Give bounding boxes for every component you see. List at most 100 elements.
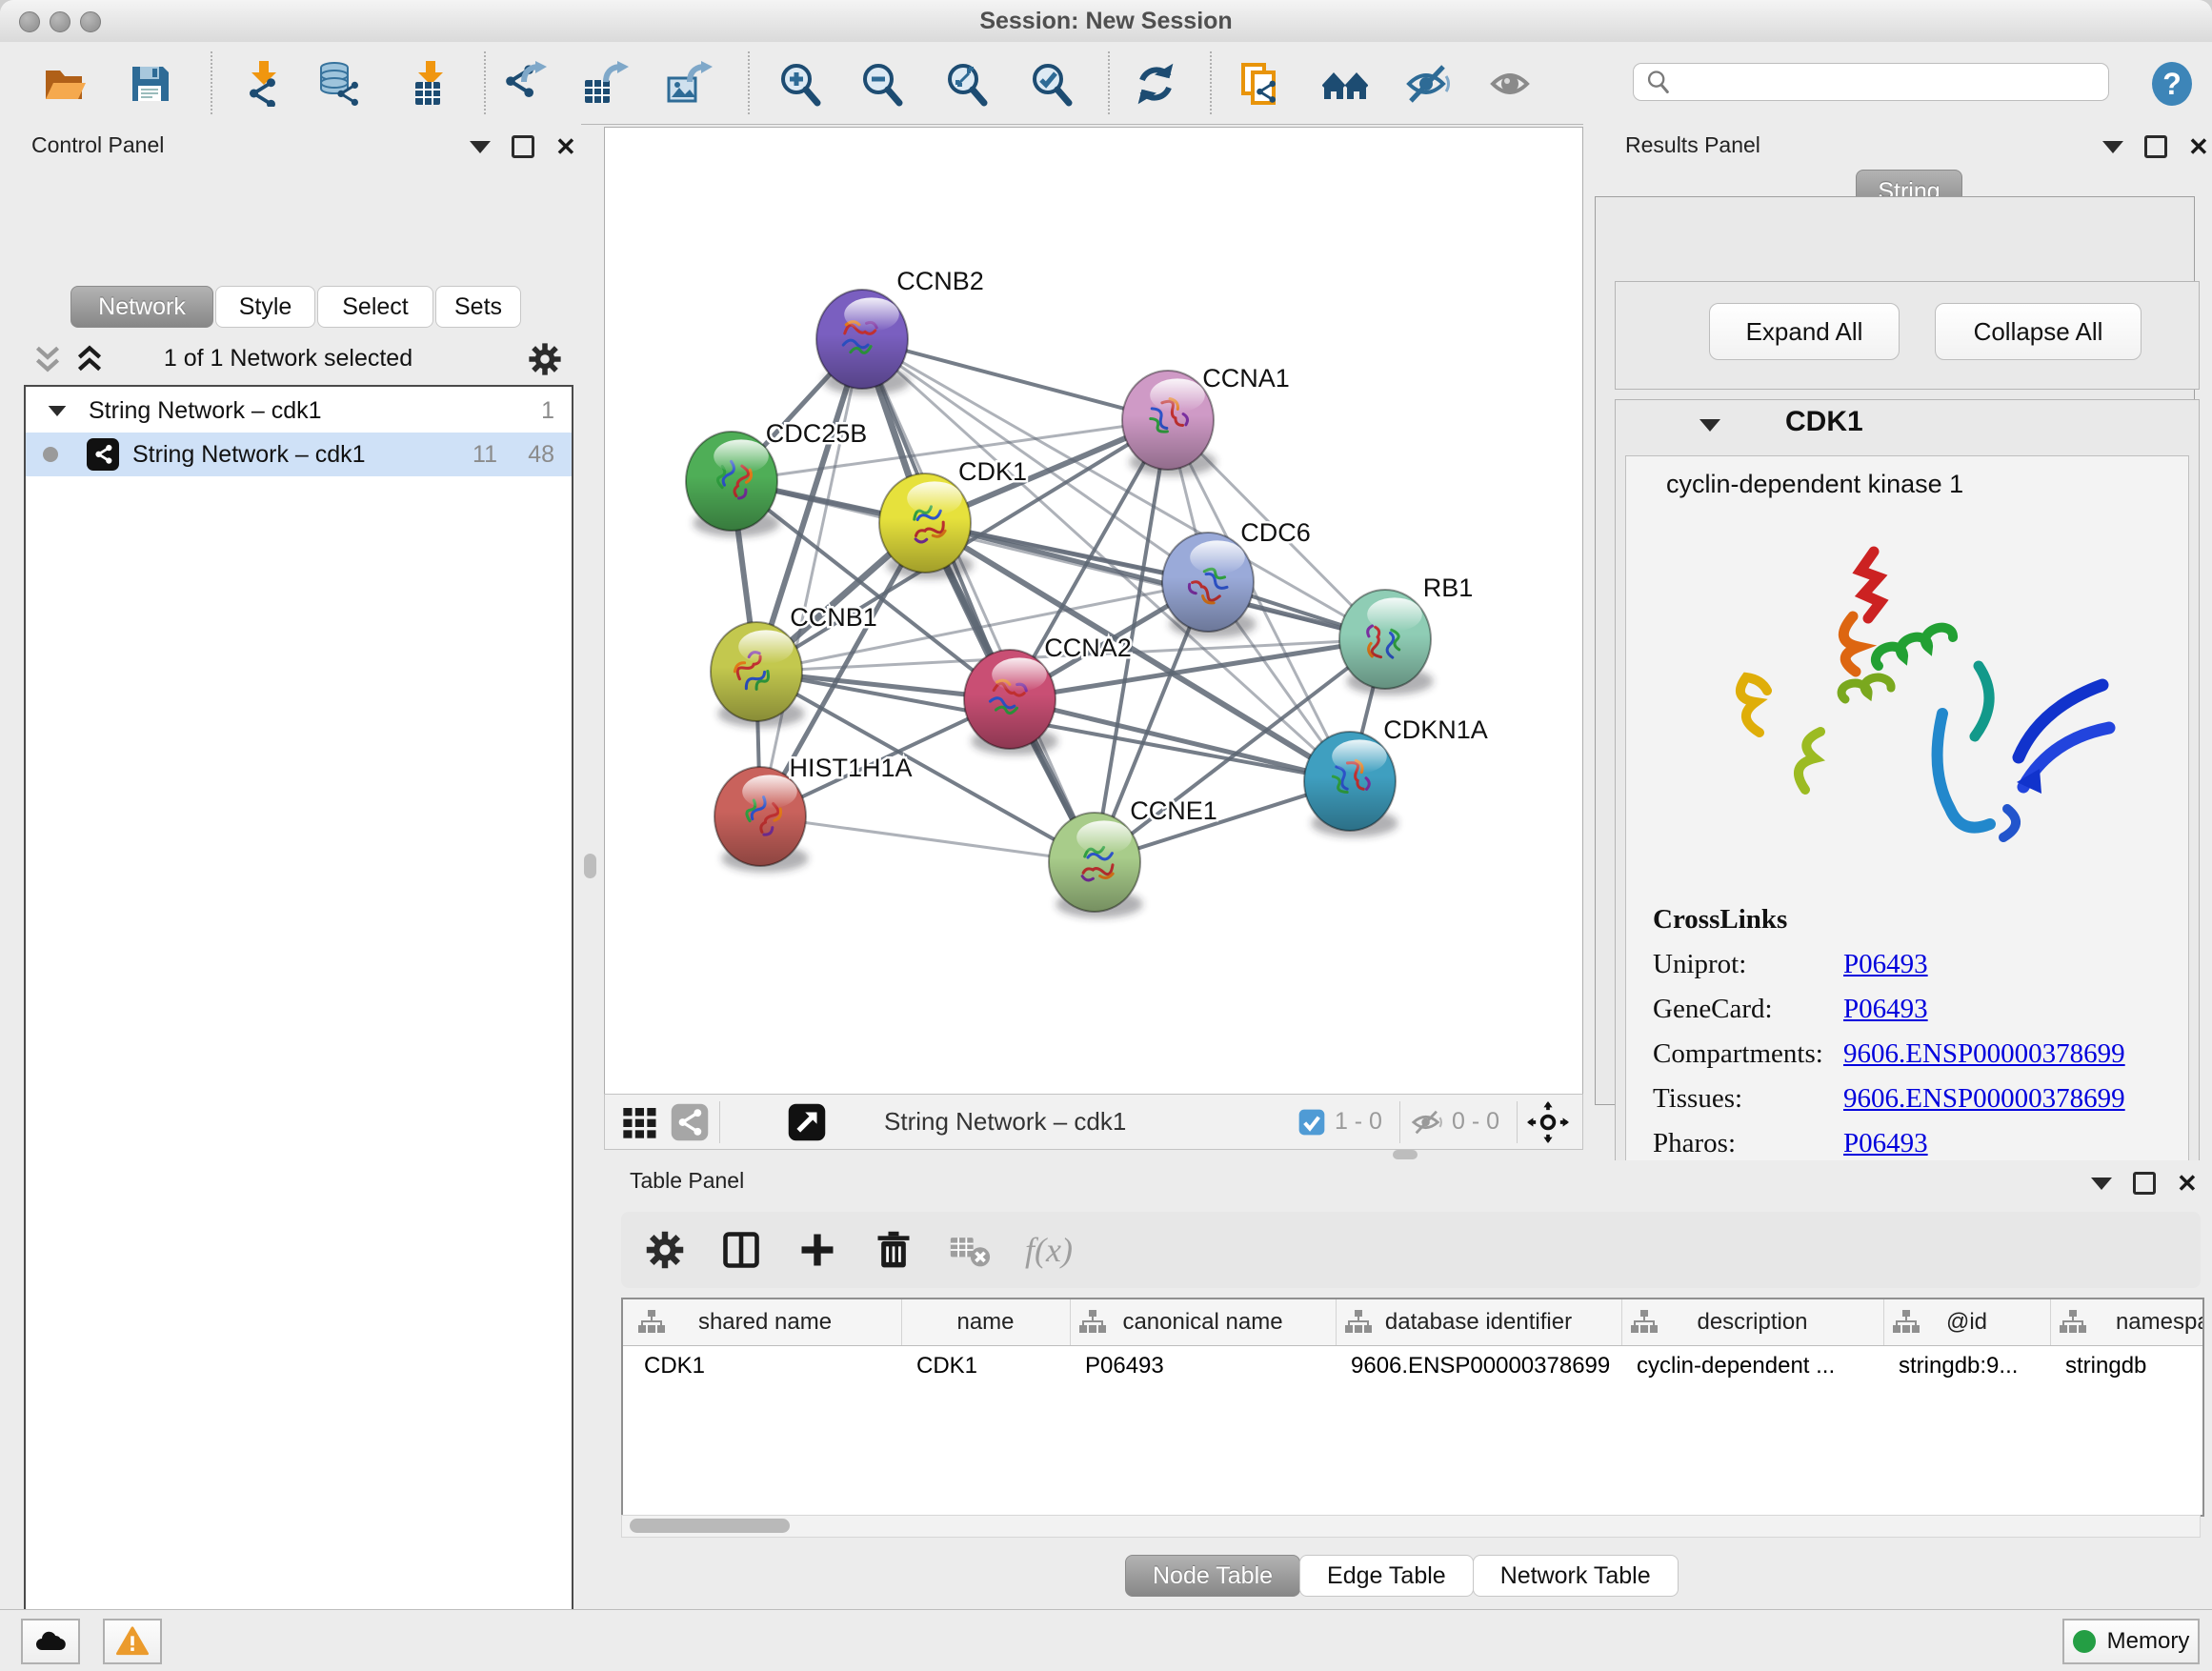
- edge-CCNB2-CCNE1[interactable]: [862, 339, 1095, 862]
- table-cell[interactable]: cyclin-dependent ...: [1621, 1345, 1883, 1387]
- tab-network-table[interactable]: Network Table: [1473, 1555, 1679, 1597]
- table-cell[interactable]: 9606.ENSP00000378699: [1336, 1345, 1621, 1387]
- tab-edge-table[interactable]: Edge Table: [1299, 1555, 1474, 1597]
- column-header-name[interactable]: name: [901, 1299, 1071, 1345]
- float-panel-icon[interactable]: [512, 135, 534, 158]
- scrollbar-thumb[interactable]: [630, 1519, 790, 1533]
- node-RB1[interactable]: [1339, 590, 1434, 695]
- zoom-out-button[interactable]: [857, 59, 907, 109]
- network-canvas[interactable]: CCNB2CCNA1CDC25BCDK1CDC6RB1CCNB1CCNA2CDK…: [604, 127, 1583, 1096]
- delete-column-button[interactable]: [873, 1229, 915, 1271]
- tree-expander-icon[interactable]: [49, 405, 67, 415]
- collapse-table-icon[interactable]: [2091, 1178, 2112, 1190]
- hide-selected-icon: [1405, 61, 1451, 107]
- window-title: Session: New Session: [0, 8, 2212, 35]
- network-share-icon[interactable]: [670, 1102, 710, 1142]
- zoom-in-button[interactable]: [775, 59, 825, 109]
- column-header--id[interactable]: @id: [1883, 1299, 2051, 1345]
- table-horizontal-scrollbar[interactable]: [621, 1515, 2201, 1538]
- tab-style[interactable]: Style: [215, 286, 315, 328]
- crosslink-link[interactable]: P06493: [1843, 949, 1928, 980]
- export-network-button[interactable]: [499, 59, 549, 109]
- save-session-button[interactable]: [125, 59, 174, 109]
- table-cell[interactable]: CDK1: [629, 1345, 901, 1387]
- node-CCNE1[interactable]: [1049, 813, 1143, 918]
- attribute-type-icon: [1345, 1310, 1372, 1335]
- add-column-button[interactable]: [796, 1229, 838, 1271]
- import-network-button[interactable]: [233, 59, 283, 109]
- table-cell[interactable]: stringdb:9...: [1883, 1345, 2050, 1387]
- hide-selected-button[interactable]: [1403, 59, 1453, 109]
- open-in-window-icon[interactable]: [787, 1102, 827, 1142]
- tab-network[interactable]: Network: [70, 286, 213, 328]
- node-CCNB1[interactable]: [711, 622, 805, 728]
- crosslink-link[interactable]: 9606.ENSP00000378699: [1843, 1083, 2125, 1115]
- float-results-icon[interactable]: [2144, 135, 2167, 158]
- results-panel: Results Panel ✕ String Expand All Collap…: [1583, 124, 2212, 1160]
- collapse-all-button[interactable]: Collapse All: [1935, 303, 2142, 360]
- crosslink-link[interactable]: P06493: [1843, 994, 1928, 1025]
- close-results-icon[interactable]: ✕: [2188, 138, 2209, 155]
- collapse-results-icon[interactable]: [2102, 141, 2123, 153]
- memory-button[interactable]: Memory: [2062, 1619, 2200, 1664]
- fit-content-crosshair-icon[interactable]: [1527, 1101, 1569, 1143]
- help-button[interactable]: [2147, 59, 2197, 109]
- plus-icon: [796, 1229, 838, 1271]
- node-label-CCNE1: CCNE1: [1130, 796, 1217, 825]
- help-icon: [2149, 61, 2195, 107]
- first-neighbors-button[interactable]: [1320, 59, 1370, 109]
- node-CCNB2[interactable]: [816, 290, 911, 395]
- column-header-canonical-name[interactable]: canonical name: [1070, 1299, 1337, 1345]
- column-header-shared-name[interactable]: shared name: [629, 1299, 902, 1345]
- crosslink-link[interactable]: P06493: [1843, 1128, 1928, 1159]
- network-row[interactable]: String Network – cdk1 11 48: [26, 433, 572, 476]
- tab-node-table[interactable]: Node Table: [1125, 1555, 1300, 1597]
- table-gear-button[interactable]: [644, 1229, 686, 1271]
- gene-section-expander-icon[interactable]: [1699, 419, 1720, 432]
- refresh-view-button[interactable]: [1131, 59, 1180, 109]
- show-all-button[interactable]: [1487, 59, 1537, 109]
- table-cell[interactable]: CDK1: [901, 1345, 1070, 1387]
- show-columns-button[interactable]: [720, 1229, 762, 1271]
- column-header-namespace[interactable]: namespace: [2050, 1299, 2204, 1345]
- zoom-fit-button[interactable]: [942, 59, 992, 109]
- zoom-selected-button[interactable]: [1027, 59, 1076, 109]
- node-CCNA2[interactable]: [964, 650, 1058, 755]
- control-panel: Control Panel ✕ Network Style Select Set…: [0, 124, 581, 1609]
- birds-eye-grid-icon[interactable]: [620, 1103, 658, 1141]
- left-splitter-handle[interactable]: [584, 854, 596, 878]
- expand-all-button[interactable]: Expand All: [1709, 303, 1900, 360]
- crosslink-link[interactable]: 9606.ENSP00000378699: [1843, 1038, 2125, 1070]
- import-table-button[interactable]: [400, 59, 450, 109]
- duplicate-network-button[interactable]: [1236, 59, 1285, 109]
- columns-icon: [720, 1229, 762, 1271]
- cloud-button[interactable]: [21, 1619, 80, 1664]
- column-header-database-identifier[interactable]: database identifier: [1336, 1299, 1622, 1345]
- table-cell[interactable]: stringdb: [2050, 1345, 2204, 1387]
- close-table-icon[interactable]: ✕: [2177, 1175, 2198, 1192]
- edge-CCNE1-HIST1H1A[interactable]: [760, 816, 1095, 862]
- open-file-button[interactable]: [40, 59, 90, 109]
- tab-select[interactable]: Select: [317, 286, 433, 328]
- warnings-button[interactable]: [103, 1619, 162, 1664]
- collapse-panel-icon[interactable]: [470, 141, 491, 153]
- float-table-icon[interactable]: [2133, 1172, 2156, 1195]
- export-table-button[interactable]: [581, 59, 631, 109]
- node-HIST1H1A[interactable]: [714, 767, 809, 873]
- table-cell[interactable]: P06493: [1070, 1345, 1336, 1387]
- search-input[interactable]: [1679, 68, 2093, 96]
- edge-CCNB2-HIST1H1A[interactable]: [760, 339, 862, 816]
- column-header-description[interactable]: description: [1621, 1299, 1884, 1345]
- network-options-gear-icon[interactable]: [527, 341, 563, 377]
- selected-checkbox-icon[interactable]: [1297, 1107, 1327, 1137]
- export-image-button[interactable]: [665, 59, 714, 109]
- node-table[interactable]: shared namenamecanonical namedatabase id…: [621, 1298, 2204, 1517]
- horizontal-splitter-handle[interactable]: [1393, 1150, 1418, 1159]
- import-network-from-database-button[interactable]: [314, 59, 364, 109]
- close-panel-icon[interactable]: ✕: [555, 138, 576, 155]
- node-CDC6[interactable]: [1162, 533, 1257, 638]
- node-CDKN1A[interactable]: [1304, 732, 1398, 837]
- tab-sets[interactable]: Sets: [435, 286, 521, 328]
- network-collection-row[interactable]: String Network – cdk1 1: [26, 389, 572, 433]
- node-CDK1[interactable]: [879, 473, 974, 579]
